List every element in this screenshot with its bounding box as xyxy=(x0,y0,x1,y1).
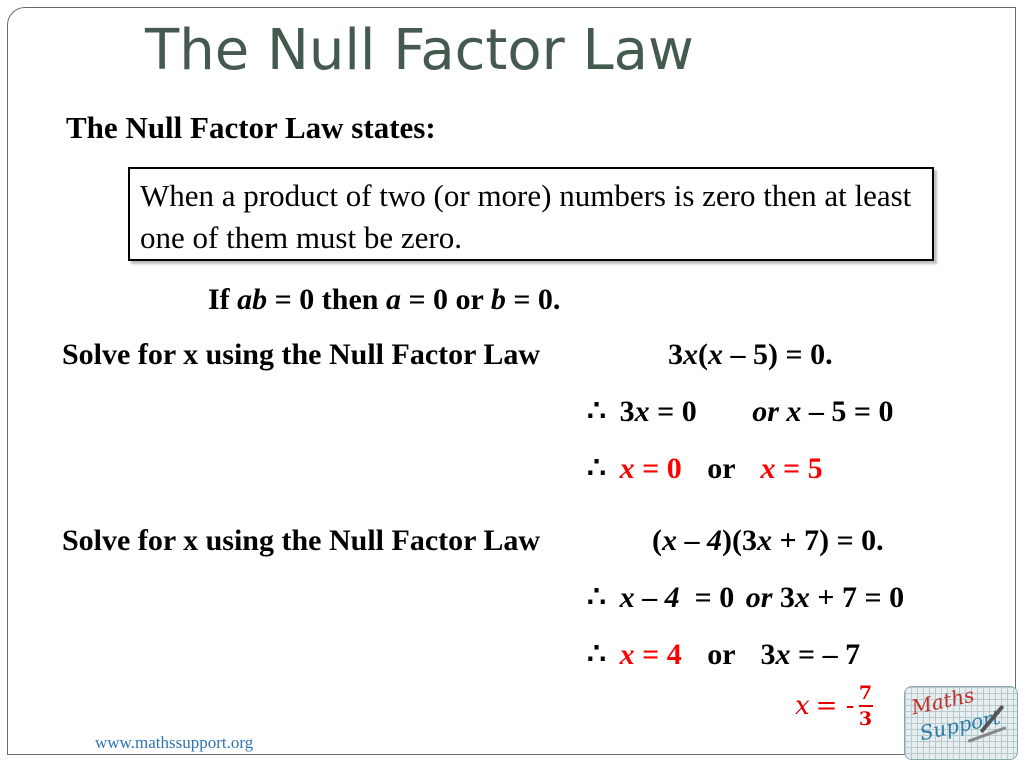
rule-b: b xyxy=(490,283,506,316)
law-statement-box: When a product of two (or more) numbers … xyxy=(128,167,934,261)
example2-prompt: Solve for x using the Null Factor Law xyxy=(62,524,541,557)
solution-x-5: x = 5 xyxy=(760,452,823,485)
example2-step1: ∴ x – 4 = 0 or 3x + 7 = 0 xyxy=(587,581,905,614)
rule-line: If ab = 0 then a = 0 or b = 0. xyxy=(208,283,560,317)
therefore-symbol: ∴ xyxy=(587,638,607,671)
law-heading: The Null Factor Law states: xyxy=(66,110,436,145)
solution-x-neg-seven-thirds: x = - 7 3 xyxy=(795,682,873,730)
page-title: The Null Factor Law xyxy=(145,18,694,83)
example2-equation: (x – 4)(3x + 7) = 0. xyxy=(652,524,884,557)
footer-url-link[interactable]: www.mathssupport.org xyxy=(95,733,253,753)
fraction: 7 3 xyxy=(858,682,873,730)
example1-step1: ∴ 3x = 0 or x – 5 = 0 xyxy=(587,395,894,428)
therefore-symbol: ∴ xyxy=(587,581,607,614)
example1-step2: ∴ x = 0 or x = 5 xyxy=(587,452,823,485)
rule-eq-a: = 0 then xyxy=(274,283,379,316)
rule-eq-c: = 0. xyxy=(513,283,561,316)
solution-x-0: x = 0 xyxy=(619,452,682,485)
rule-eq-b: = 0 or xyxy=(408,283,484,316)
therefore-symbol: ∴ xyxy=(587,452,607,485)
maths-support-logo: Maths Support xyxy=(904,686,1018,760)
rule-a: a xyxy=(385,283,401,316)
example1-prompt: Solve for x using the Null Factor Law xyxy=(62,338,541,371)
example1-equation: 3x(x – 5) = 0. xyxy=(668,338,833,371)
rule-if: If xyxy=(208,283,230,316)
law-statement-text: When a product of two (or more) numbers … xyxy=(140,178,912,255)
example2-step2: ∴ x = 4 or 3x = – 7 xyxy=(587,638,861,671)
rule-ab: ab xyxy=(237,283,268,316)
therefore-symbol: ∴ xyxy=(587,395,607,428)
solution-x-4: x = 4 xyxy=(619,638,682,671)
